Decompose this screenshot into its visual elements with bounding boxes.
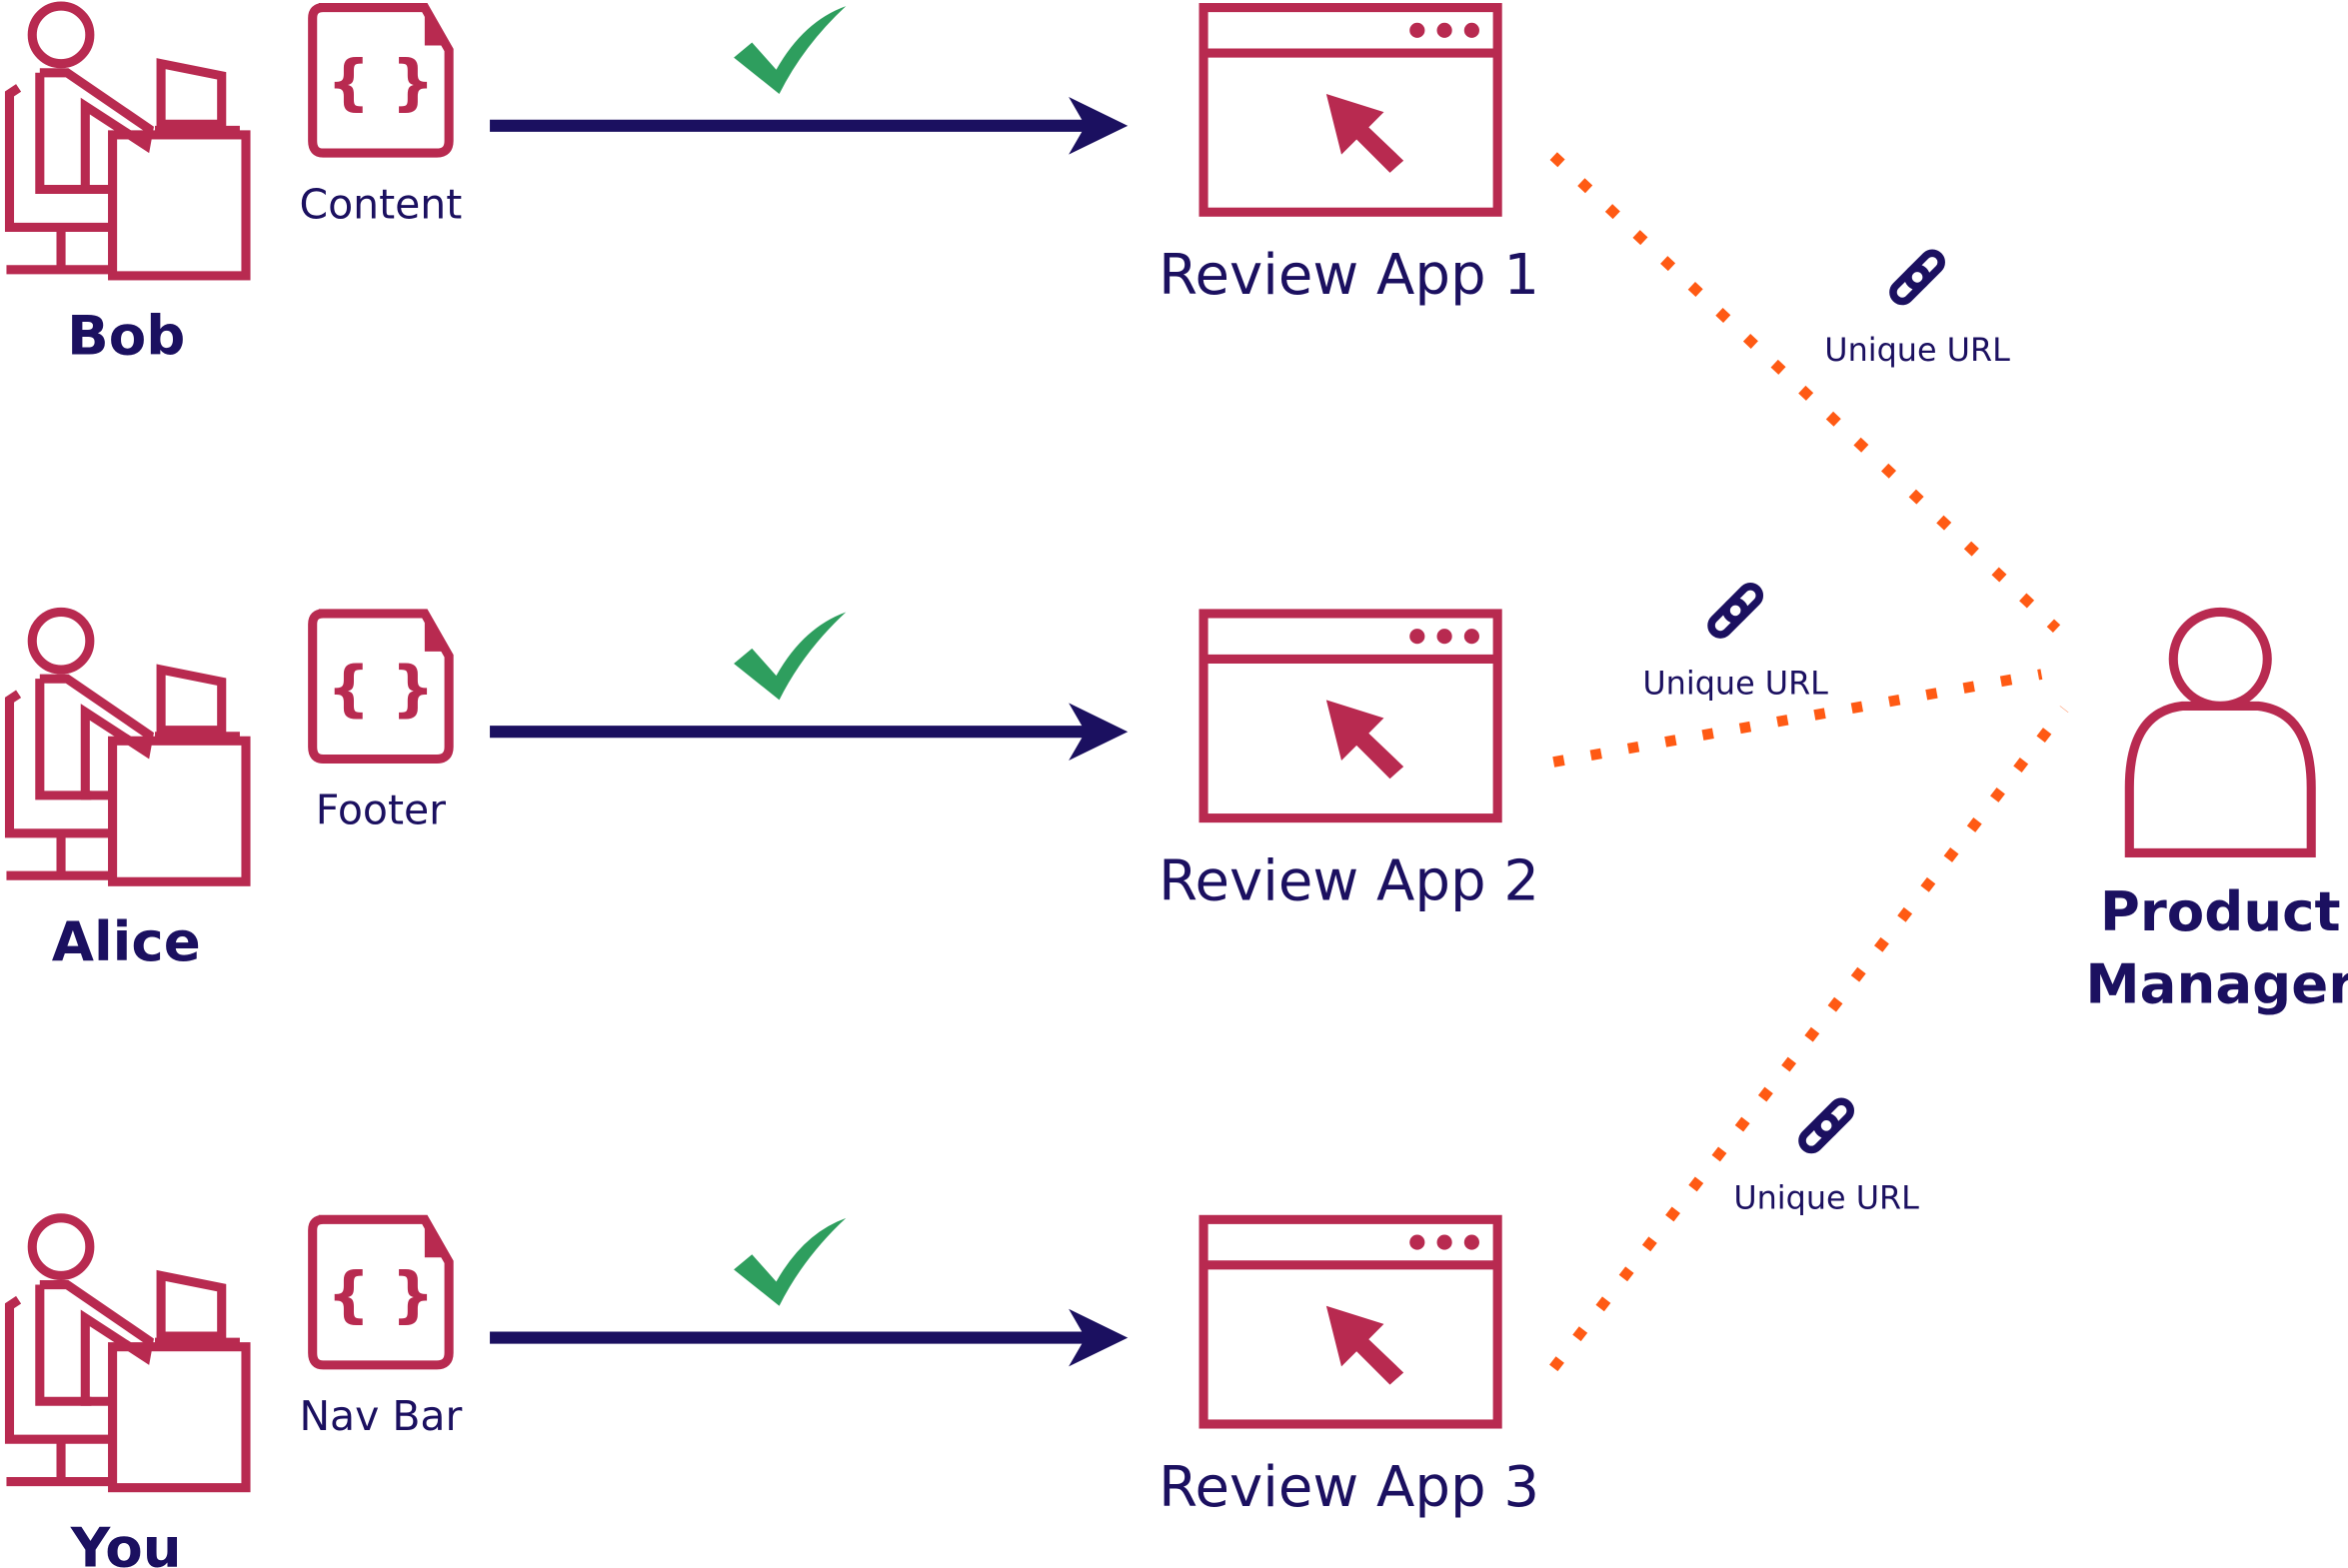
review-app-label: Review App 2 (1159, 848, 1539, 913)
dotted-link-1 (1549, 152, 2061, 633)
developer-icon (6, 612, 246, 881)
row-1: { } Content Bob Review App 1 (6, 6, 1539, 368)
braces-glyph: { } (327, 48, 434, 118)
developer-icon (6, 1218, 246, 1488)
deploy-arrow-icon (490, 6, 1128, 155)
braces-glyph: { } (327, 1260, 434, 1330)
chain-link-icon (1798, 1097, 1854, 1153)
developer-icon (6, 6, 246, 276)
braces-glyph: { } (327, 654, 434, 724)
chain-link-icon (1889, 250, 1945, 306)
person-name: Alice (52, 909, 201, 973)
component-label: Content (300, 180, 463, 228)
component-label: Nav Bar (299, 1392, 462, 1440)
unique-url-label: Unique URL (1642, 664, 1828, 702)
reviewer-label-line2: Manager (2085, 952, 2348, 1016)
unique-url-label: Unique URL (1824, 331, 2010, 369)
deploy-arrow-icon (490, 1218, 1128, 1367)
product-manager-icon (2124, 607, 2316, 858)
reviewer-label-line1: Product (2100, 879, 2341, 943)
person-name: Bob (67, 304, 185, 368)
browser-window-icon (1203, 614, 1497, 818)
review-app-label: Review App 3 (1159, 1455, 1539, 1520)
unique-url-label: Unique URL (1733, 1179, 1919, 1217)
person-name: You (70, 1515, 182, 1568)
browser-window-icon (1203, 8, 1497, 213)
review-apps-diagram: { } Content Bob Review App 1 { } Footer … (0, 0, 2348, 1568)
row-3: { } Nav Bar You Review App 3 (6, 1218, 1539, 1568)
review-app-label: Review App 1 (1159, 243, 1539, 308)
chain-link-icon (1707, 583, 1763, 639)
row-2: { } Footer Alice Review App 2 (6, 612, 1539, 973)
dotted-link-3 (1549, 706, 2069, 1372)
deploy-arrow-icon (490, 612, 1128, 761)
component-label: Footer (316, 786, 446, 834)
browser-window-icon (1203, 1219, 1497, 1424)
